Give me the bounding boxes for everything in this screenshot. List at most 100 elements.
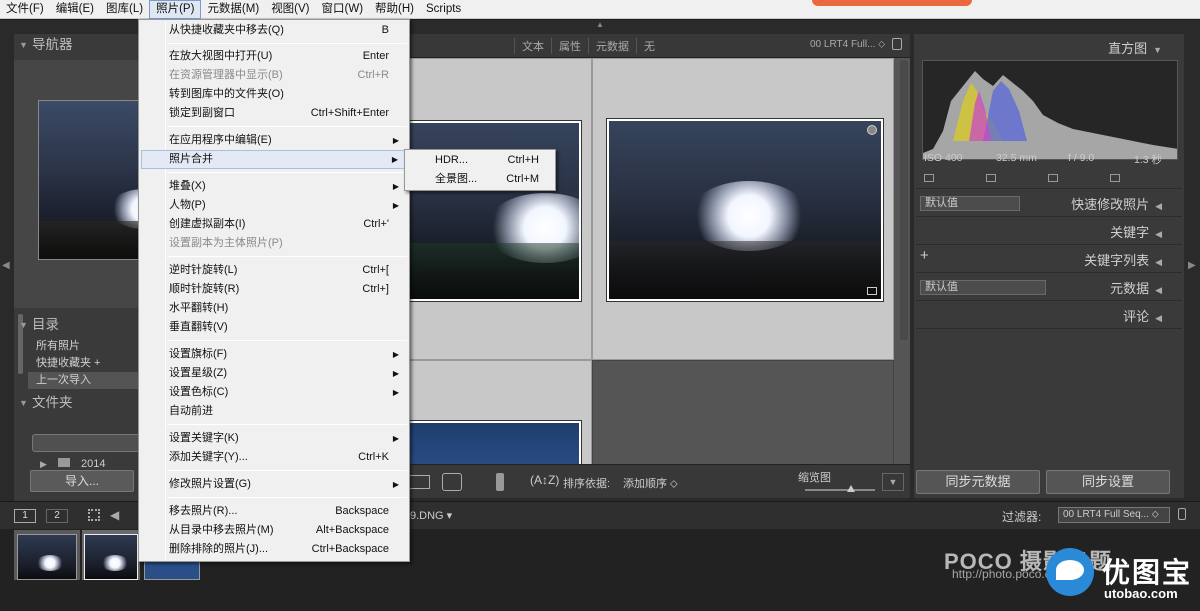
filter-tab-none[interactable]: 无 xyxy=(636,38,662,54)
menu-item-auto-advance[interactable]: 自动前进 xyxy=(141,402,407,421)
expand-triangle-icon: ◀ xyxy=(1155,201,1162,211)
menu-item-develop-settings[interactable]: 修改照片设置(G) ▶ xyxy=(141,475,407,494)
grid-cell-selected[interactable] xyxy=(592,58,894,360)
grid-view-icon[interactable] xyxy=(88,509,100,521)
people-view-icon[interactable] xyxy=(442,473,462,491)
menu-item-set-copy-as-master: 设置副本为主体照片(P) xyxy=(169,237,283,249)
menu-item-set-keyword[interactable]: 设置关键字(K) ▶ xyxy=(141,429,407,448)
sync-settings-button[interactable]: 同步设置 xyxy=(1046,470,1170,494)
red-eye-icon[interactable] xyxy=(1048,174,1058,182)
menu-item-set-flag[interactable]: 设置旗标(F) ▶ xyxy=(141,345,407,364)
menu-window[interactable]: 窗口(W) xyxy=(316,0,370,19)
menu-item-open-in-loupe[interactable]: 在放大视图中打开(U) Enter xyxy=(141,47,407,66)
menu-item-panorama[interactable]: 全景图... Ctrl+M xyxy=(407,170,553,189)
menu-item-add-keyword[interactable]: 添加关键字(Y)... Ctrl+K xyxy=(141,448,407,467)
quick-develop-preset-select[interactable]: 默认值 xyxy=(920,196,1020,211)
current-filename[interactable]: 9.DNG ▾ xyxy=(410,509,452,522)
filter-lock-icon[interactable] xyxy=(1178,508,1186,520)
sync-metadata-button[interactable]: 同步元数据 xyxy=(916,470,1040,494)
window-2-button[interactable]: 2 xyxy=(46,509,68,523)
spot-removal-icon[interactable] xyxy=(986,174,996,182)
menu-item-remove-from-catalog[interactable]: 从目录中移去照片(M) Alt+Backspace xyxy=(141,521,407,540)
menu-scripts[interactable]: Scripts xyxy=(420,0,467,19)
navigator-header[interactable]: ▼ 导航器 xyxy=(14,34,140,56)
photo-thumbnail[interactable] xyxy=(402,120,582,302)
menu-item-create-virtual-copy[interactable]: 创建虚拟副本(I) Ctrl+' xyxy=(141,215,407,234)
menu-photo[interactable]: 照片(P) xyxy=(149,0,202,19)
filter-tab-metadata[interactable]: 元数据 xyxy=(588,38,636,54)
top-panel-toggle-icon[interactable]: ▲ xyxy=(596,20,604,29)
left-panel-toggle-icon[interactable]: ◀ xyxy=(2,260,10,271)
expand-triangle-icon: ◀ xyxy=(1155,313,1162,323)
quick-develop-header[interactable]: 快速修改照片 ◀ xyxy=(1071,194,1162,213)
menu-item-rotate-right[interactable]: 顺时针旋转(R) Ctrl+] xyxy=(141,280,407,299)
catalog-item-previous-import[interactable]: 上一次导入 xyxy=(28,372,140,389)
navigator-preview[interactable] xyxy=(14,60,140,308)
menu-item-people[interactable]: 人物(P) ▶ xyxy=(141,196,407,215)
filter-preset-select[interactable]: 00 LRT4 Full... ⬦ xyxy=(810,39,885,50)
menu-item-go-to-folder[interactable]: 转到图库中的文件夹(O) xyxy=(141,85,407,104)
sort-direction-icon[interactable]: (A↕Z) xyxy=(530,473,559,487)
filmstrip-thumbnail[interactable] xyxy=(17,534,77,580)
menu-item-edit-in[interactable]: 在应用程序中编辑(E) ▶ xyxy=(141,131,407,150)
crop-icon[interactable] xyxy=(924,174,934,182)
menu-library[interactable]: 图库(L) xyxy=(100,0,149,19)
folder-item-2014[interactable]: ▶ 2014 xyxy=(40,458,106,470)
keywording-header[interactable]: 关键字 ◀ xyxy=(1110,222,1162,241)
menu-item-flip-vertical[interactable]: 垂直翻转(V) xyxy=(141,318,407,337)
keyword-list-title: 关键字列表 xyxy=(1084,253,1150,268)
right-panel-toggle-icon[interactable]: ▶ xyxy=(1188,260,1196,271)
menu-item-set-rating[interactable]: 设置星级(Z) ▶ xyxy=(141,364,407,383)
toolbar-menu-chevron-icon[interactable]: ▼ xyxy=(882,473,904,491)
menu-view[interactable]: 视图(V) xyxy=(265,0,315,19)
catalog-item-quick-collection[interactable]: 快捷收藏夹 + xyxy=(28,355,140,372)
grid-scrollbar[interactable] xyxy=(900,60,908,340)
menu-item-rotate-left[interactable]: 逆时针旋转(L) Ctrl+[ xyxy=(141,261,407,280)
folders-header[interactable]: ▼ 文件夹 xyxy=(14,392,140,414)
menu-item-stacking[interactable]: 堆叠(X) ▶ xyxy=(141,177,407,196)
spray-can-icon[interactable] xyxy=(496,473,504,491)
menu-item-remove-photo[interactable]: 移去照片(R)... Backspace xyxy=(141,502,407,521)
filter-tab-attribute[interactable]: 属性 xyxy=(551,38,588,54)
photo-thumbnail[interactable] xyxy=(606,118,884,302)
filter-preset-select[interactable]: 00 LRT4 Full Seq... ⬦ xyxy=(1058,507,1170,523)
submenu-arrow-icon: ▶ xyxy=(392,369,399,378)
thumbnail-size-slider[interactable] xyxy=(805,485,875,492)
menu-item-flip-horizontal[interactable]: 水平翻转(H) xyxy=(141,299,407,318)
catalog-header[interactable]: ▼ 目录 xyxy=(14,314,140,336)
menu-item-remove-from-quick-collection[interactable]: 从快捷收藏夹中移去(Q) B xyxy=(141,21,407,40)
menu-item-set-color-label[interactable]: 设置色标(C) ▶ xyxy=(141,383,407,402)
app-logo-strip xyxy=(812,0,972,6)
catalog-item-all-photos[interactable]: 所有照片 xyxy=(28,338,140,355)
navigator-title: 导航器 xyxy=(32,37,73,52)
metadata-preset-select[interactable]: 默认值 xyxy=(920,280,1046,295)
import-button[interactable]: 导入... xyxy=(30,470,134,492)
add-keyword-icon[interactable]: + xyxy=(920,247,929,264)
lock-icon[interactable] xyxy=(892,38,902,50)
selection-circle-icon[interactable] xyxy=(867,125,877,135)
menu-edit[interactable]: 编辑(E) xyxy=(50,0,100,19)
expand-triangle-icon: ◀ xyxy=(1155,257,1162,267)
filmstrip-thumbnail[interactable] xyxy=(84,534,138,580)
slider-handle-icon[interactable] xyxy=(847,485,855,492)
menu-item-lock-to-second-window[interactable]: 锁定到副窗口 Ctrl+Shift+Enter xyxy=(141,104,407,123)
keyword-list-header[interactable]: 关键字列表 ◀ xyxy=(1084,250,1162,269)
histogram-header[interactable]: 直方图 ▼ xyxy=(1108,38,1162,57)
menu-help[interactable]: 帮助(H) xyxy=(369,0,420,19)
sort-order-select[interactable]: 添加顺序 ⬦ xyxy=(623,475,678,491)
menu-item-delete-rejected[interactable]: 删除排除的照片(J)... Ctrl+Backspace xyxy=(141,540,407,559)
histogram xyxy=(922,60,1178,160)
back-arrow-icon[interactable]: ◀ xyxy=(110,508,119,522)
comments-header[interactable]: 评论 ◀ xyxy=(1123,306,1162,325)
graduated-filter-icon[interactable] xyxy=(1110,174,1120,182)
menu-metadata[interactable]: 元数据(M) xyxy=(201,0,265,19)
menu-item-photo-merge[interactable]: 照片合并 ▶ xyxy=(141,150,407,169)
volume-bar[interactable] xyxy=(32,434,140,452)
menu-item-hdr[interactable]: HDR... Ctrl+H xyxy=(407,151,553,170)
filter-tab-text[interactable]: 文本 xyxy=(514,38,551,54)
quick-develop-title: 快速修改照片 xyxy=(1071,197,1150,212)
metadata-header[interactable]: 元数据 ◀ xyxy=(1110,278,1162,297)
compare-view-icon[interactable] xyxy=(408,475,430,489)
window-1-button[interactable]: 1 xyxy=(14,509,36,523)
menu-file[interactable]: 文件(F) xyxy=(0,0,50,19)
